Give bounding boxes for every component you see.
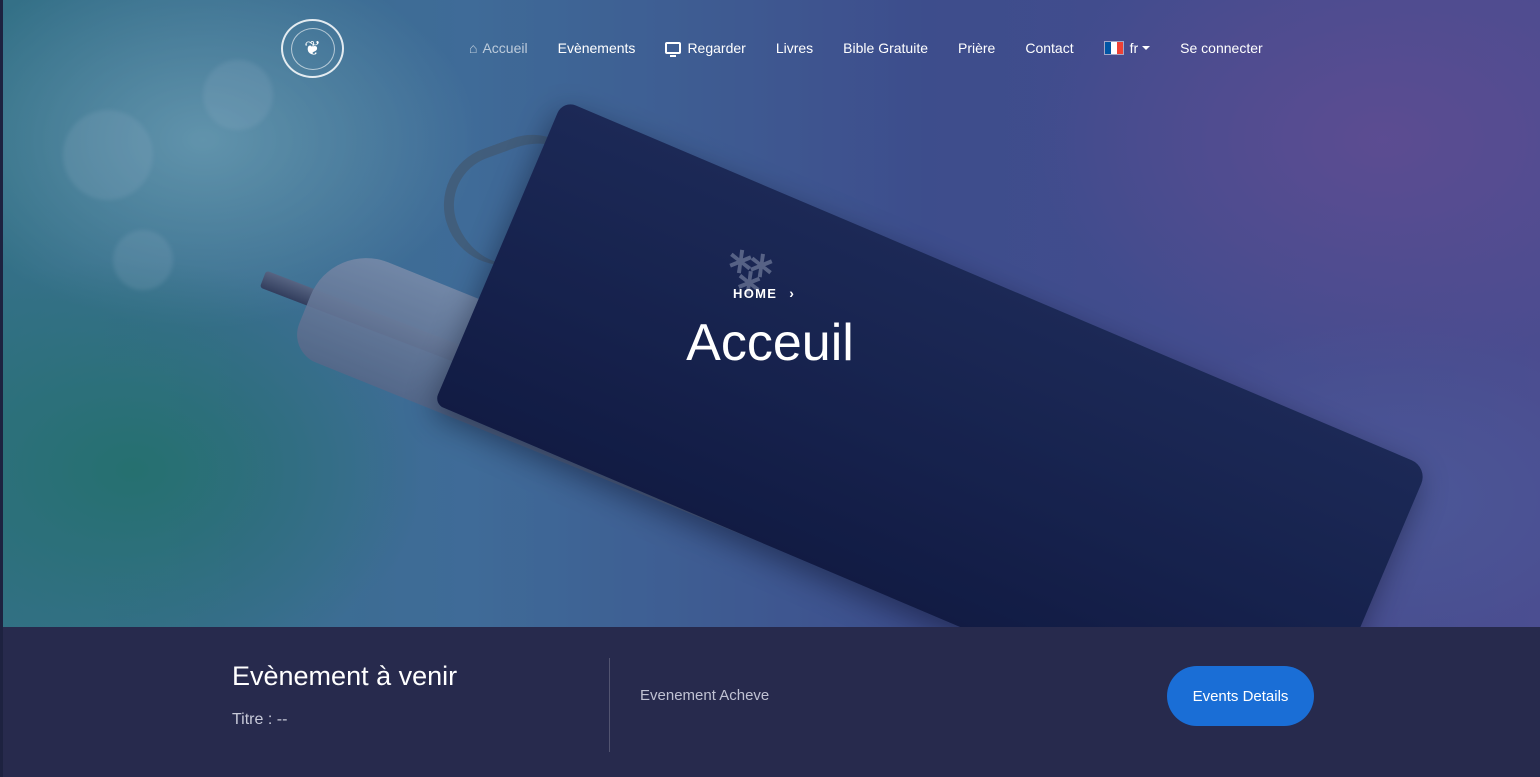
event-heading: Evènement à venir	[232, 661, 458, 691]
nav-item-bible-gratuite[interactable]: Bible Gratuite	[843, 40, 928, 56]
breadcrumb-home[interactable]: HOME	[733, 286, 777, 301]
site-logo[interactable]: ❦	[281, 19, 344, 78]
events-details-button[interactable]: Events Details	[1167, 666, 1314, 726]
event-title-line: Titre : --	[232, 711, 288, 728]
caret-down-icon	[1142, 46, 1151, 50]
language-label: fr	[1129, 40, 1139, 56]
nav-label: Se connecter	[1180, 40, 1263, 56]
nav-item-evenements[interactable]: Evènements	[558, 40, 636, 56]
language-dropdown[interactable]: fr	[1103, 40, 1151, 56]
nav-item-accueil[interactable]: ⌂ Accueil	[469, 40, 528, 56]
nav-label: Contact	[1025, 40, 1074, 56]
nav-item-contact[interactable]: Contact	[1025, 40, 1073, 56]
nav-label: Accueil	[482, 40, 528, 56]
home-icon: ⌂	[469, 40, 478, 56]
tree-icon: ❦	[290, 27, 335, 70]
top-navigation: ❦ ⌂ Accueil Evènements Regarder Livres B…	[0, 0, 1540, 96]
nav-label: Bible Gratuite	[843, 40, 928, 56]
nav-item-priere[interactable]: Prière	[958, 40, 995, 56]
nav-label: Prière	[958, 40, 996, 56]
nav-item-regarder[interactable]: Regarder	[665, 40, 746, 57]
event-status: Evenement Acheve	[640, 687, 770, 704]
divider	[609, 658, 610, 752]
nav-menu: ⌂ Accueil Evènements Regarder Livres Bib…	[469, 38, 1263, 58]
page-title: Acceuil	[686, 314, 854, 372]
tv-icon	[665, 42, 682, 57]
chevron-right-icon: ›	[789, 285, 796, 301]
nav-label: Regarder	[687, 40, 746, 56]
france-flag-icon	[1103, 41, 1124, 55]
nav-item-livres[interactable]: Livres	[776, 40, 813, 56]
nav-label: Livres	[775, 40, 814, 56]
breadcrumb: HOME ›	[733, 285, 795, 301]
login-link[interactable]: Se connecter	[1180, 40, 1263, 56]
nav-label: Evènements	[557, 40, 636, 56]
